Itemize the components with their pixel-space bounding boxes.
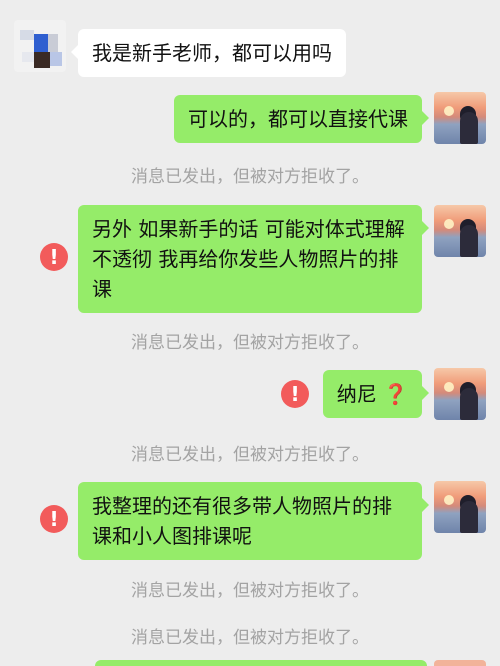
sent-message-bubble-partial[interactable]	[95, 660, 427, 666]
my-avatar[interactable]	[434, 368, 486, 420]
my-avatar[interactable]	[434, 92, 486, 144]
send-failed-icon[interactable]: !	[281, 380, 309, 408]
sent-message-bubble[interactable]: 另外 如果新手的话 可能对体式理解不透彻 我再给你发些人物照片的排课	[78, 205, 429, 313]
contact-avatar[interactable]	[14, 20, 66, 72]
question-emoji: ❓	[383, 382, 408, 406]
rejected-notice: 消息已发出，但被对方拒收了。	[131, 445, 369, 465]
rejected-notice: 消息已发出，但被对方拒收了。	[131, 167, 369, 187]
rejected-notice: 消息已发出，但被对方拒收了。	[131, 333, 369, 353]
my-avatar[interactable]	[434, 660, 486, 666]
message-text: 另外 如果新手的话 可能对体式理解不透彻 我再给你发些人物照片的排课	[92, 217, 405, 301]
sent-message-bubble[interactable]: 可以的，都可以直接代课	[174, 95, 429, 143]
message-text: 可以的，都可以直接代课	[188, 107, 408, 131]
rejected-notice: 消息已发出，但被对方拒收了。	[131, 581, 369, 601]
my-avatar[interactable]	[434, 481, 486, 533]
chat-window: 我是新手老师，都可以用吗 可以的，都可以直接代课 消息已发出，但被对方拒收了。 …	[0, 0, 500, 666]
sent-message-bubble[interactable]: 纳尼 ❓	[322, 370, 430, 418]
my-avatar[interactable]	[434, 205, 486, 257]
send-failed-icon[interactable]: !	[40, 505, 68, 533]
message-text: 我整理的还有很多带人物照片的排课和小人图排课呢	[92, 494, 392, 548]
rejected-notice: 消息已发出，但被对方拒收了。	[131, 628, 369, 648]
send-failed-icon[interactable]: !	[40, 243, 68, 271]
message-text: 纳尼	[336, 382, 377, 406]
received-message-bubble[interactable]: 我是新手老师，都可以用吗	[71, 29, 346, 77]
message-text: 我是新手老师，都可以用吗	[92, 41, 332, 65]
sent-message-bubble[interactable]: 我整理的还有很多带人物照片的排课和小人图排课呢	[78, 482, 429, 560]
